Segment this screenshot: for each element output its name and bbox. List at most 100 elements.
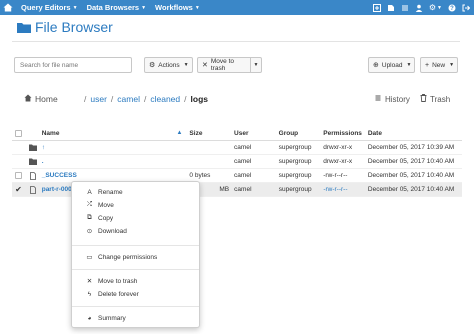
page-title-text: File Browser (35, 19, 113, 35)
chevron-down-icon: ▼ (72, 4, 78, 11)
bolt-icon: ϟ (87, 290, 92, 298)
hue-home-icon[interactable] (3, 3, 13, 12)
file-group: supergroup (278, 172, 312, 179)
column-name[interactable]: Name (42, 130, 177, 137)
upload-button[interactable]: ⊕ Upload ▼ (368, 57, 415, 73)
list-icon[interactable] (401, 4, 409, 12)
gear-icon: ⚙ (149, 62, 156, 69)
file-permissions: drwxr-xr-x (323, 158, 353, 165)
upload-label: Upload (381, 61, 403, 69)
query-editors-label: Query Editors (21, 3, 71, 12)
file-group: supergroup (278, 158, 312, 165)
logout-icon[interactable] (462, 4, 470, 12)
context-change-permissions-label: Change permissions (98, 253, 158, 261)
folder-icon (17, 22, 31, 33)
file-browser-nav-icon[interactable] (387, 4, 395, 12)
column-permissions[interactable]: Permissions (323, 130, 368, 137)
file-name-link[interactable]: _SUCCESS (42, 172, 77, 179)
column-date[interactable]: Date (368, 130, 462, 137)
workflows-label: Workflows (155, 3, 193, 12)
title-divider (12, 41, 460, 42)
context-change-permissions[interactable]: ▭ Change permissions (72, 251, 199, 263)
file-user: camel (234, 144, 252, 151)
table-header: Name ▲ Size User Group Permissions Date (12, 126, 462, 141)
search-input[interactable] (14, 57, 132, 73)
chevron-down-icon: ▼ (253, 62, 259, 68)
context-download-label: Download (98, 227, 127, 235)
chevron-down-icon: ▼ (141, 4, 147, 11)
row-checkbox[interactable] (14, 172, 22, 179)
user-icon[interactable] (415, 4, 423, 12)
file-icon (30, 185, 37, 194)
breadcrumb-sep: / (84, 94, 87, 104)
file-name-link[interactable]: part-r-000 (42, 186, 72, 193)
file-date: December 05, 2017 10:40 AM (367, 172, 455, 179)
file-name-link[interactable]: ↑ (42, 144, 45, 151)
folder-icon (29, 144, 38, 151)
chevron-down-icon: ▼ (406, 62, 412, 68)
actions-button[interactable]: ⚙ Actions ▼ (144, 57, 193, 73)
folder-icon (29, 158, 38, 165)
column-size[interactable]: Size (189, 130, 234, 137)
breadcrumb-current[interactable]: logs (191, 94, 208, 104)
breadcrumb-home[interactable]: Home (24, 94, 58, 104)
chevron-down-icon: ▼ (183, 62, 189, 68)
file-user: camel (234, 158, 252, 165)
page-title: File Browser (17, 19, 113, 35)
breadcrumb-cleaned[interactable]: cleaned (150, 94, 180, 104)
file-date: December 05, 2017 10:39 AM (367, 144, 455, 151)
context-move-label: Move (98, 201, 114, 209)
pie-chart-icon: ◕ (87, 314, 92, 322)
file-name-link[interactable]: . (42, 158, 44, 165)
navbar-right: ⚙ ▼ ? (372, 0, 470, 15)
context-move[interactable]: ⤮ Move (72, 199, 199, 211)
help-icon[interactable]: ? (448, 4, 456, 12)
file-group: supergroup (278, 186, 312, 193)
context-summary[interactable]: ◕ Summary (72, 312, 199, 324)
context-copy-label: Copy (98, 214, 114, 222)
move-to-trash-label: Move to trash (210, 58, 234, 72)
context-divider (72, 306, 199, 307)
table-row[interactable]: . camel supergroup drwxr-xr-x December 0… (12, 155, 462, 169)
trash-icon (420, 94, 427, 104)
context-download[interactable]: ⊙ Download (72, 225, 199, 237)
context-divider (72, 245, 199, 246)
file-group: supergroup (278, 144, 312, 151)
workflows-menu[interactable]: Workflows ▼ (155, 3, 200, 12)
column-user[interactable]: User (234, 130, 279, 137)
download-icon: ⊙ (86, 228, 93, 235)
move-to-trash-dropdown[interactable]: ▼ (251, 57, 262, 73)
new-button[interactable]: + New ▼ (420, 57, 458, 73)
history-button[interactable]: History (374, 94, 410, 104)
move-to-trash-button[interactable]: ✕ Move to trash (197, 57, 251, 73)
select-all-checkbox[interactable] (14, 129, 22, 137)
times-icon: ✕ (202, 62, 208, 69)
data-browsers-label: Data Browsers (86, 3, 140, 12)
data-browsers-menu[interactable]: Data Browsers ▼ (87, 3, 146, 12)
breadcrumb-sep: / (143, 94, 147, 104)
chevron-down-icon: ▼ (449, 62, 455, 68)
editor-icon[interactable] (372, 3, 381, 12)
check-icon[interactable]: ✔ (15, 185, 22, 194)
context-move-to-trash[interactable]: ✕ Move to trash (72, 275, 199, 287)
actions-label: Actions (158, 61, 180, 69)
file-date: December 05, 2017 10:40 AM (367, 186, 455, 193)
settings-menu[interactable]: ⚙ ▼ (429, 3, 442, 12)
table-row[interactable]: ↑ camel supergroup drwxr-xr-x December 0… (12, 141, 462, 155)
context-rename[interactable]: A Rename (72, 186, 199, 198)
context-delete-forever[interactable]: ϟ Delete forever (72, 288, 199, 300)
breadcrumb-camel[interactable]: camel (117, 94, 140, 104)
sort-asc-icon[interactable]: ▲ (177, 130, 190, 136)
breadcrumb-sep: / (184, 94, 187, 104)
query-editors-menu[interactable]: Query Editors ▼ (21, 3, 78, 12)
context-copy[interactable]: ⧉ Copy (72, 212, 199, 224)
home-label: Home (35, 94, 58, 104)
file-icon (30, 171, 37, 180)
plus-icon: + (425, 61, 430, 69)
column-group[interactable]: Group (279, 130, 324, 137)
trash-button[interactable]: Trash (420, 94, 450, 104)
file-permissions[interactable]: -rw-r--r-- (323, 186, 347, 193)
chevron-down-icon: ▼ (194, 4, 200, 11)
key-icon: ▭ (86, 254, 93, 261)
breadcrumb-user[interactable]: user (90, 94, 107, 104)
